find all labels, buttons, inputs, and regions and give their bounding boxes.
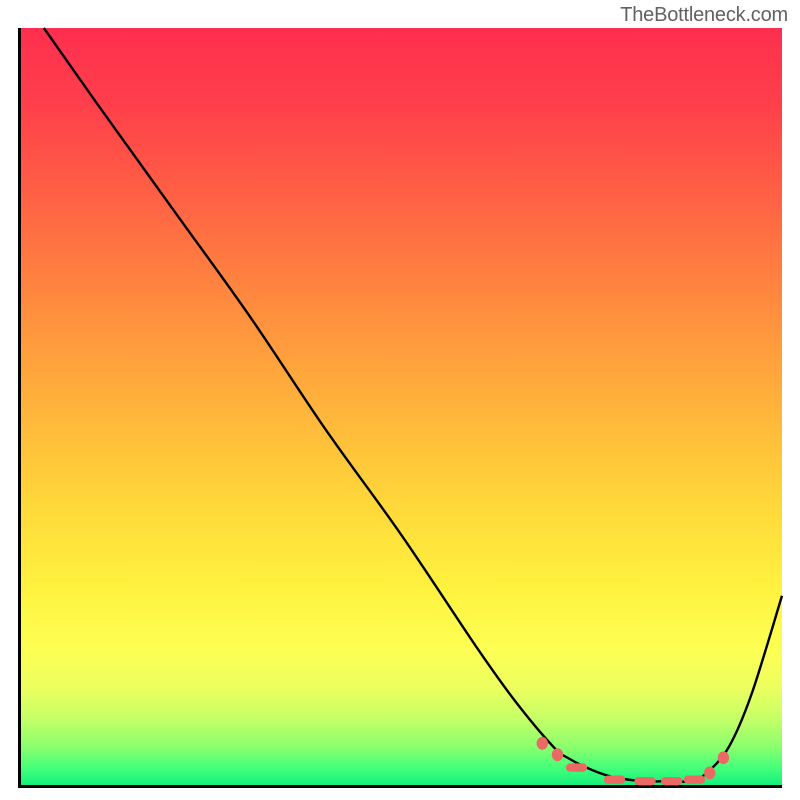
bottleneck-curve-line [44, 28, 782, 782]
curve-marker [704, 766, 715, 779]
curve-marker [537, 737, 548, 750]
curve-marker [661, 777, 682, 785]
curve-marker [634, 777, 655, 785]
curve-marker [718, 751, 729, 764]
curve-marker [552, 748, 563, 761]
curve-marker [684, 776, 705, 784]
chart-plot-area [18, 28, 782, 788]
watermark-text: TheBottleneck.com [620, 4, 788, 27]
curve-marker [566, 763, 587, 771]
curve-markers [537, 737, 730, 785]
bottleneck-curve-svg [21, 28, 782, 785]
curve-marker [604, 776, 625, 784]
